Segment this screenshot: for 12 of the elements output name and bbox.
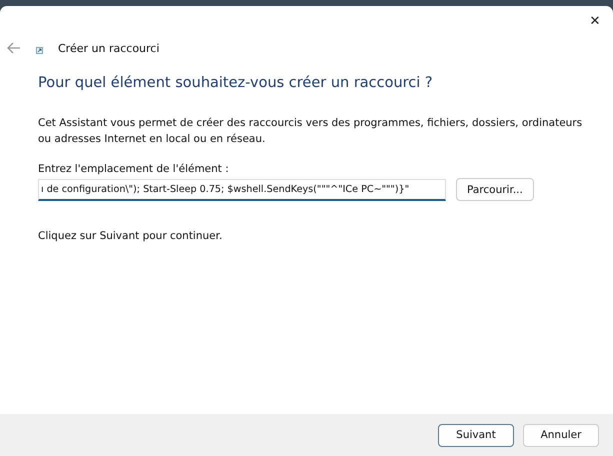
wizard-heading: Pour quel élément souhaitez-vous créer un raccourci ? [38,75,434,91]
browse-button[interactable]: Parcourir... [456,178,534,201]
field-label: Entrez l'emplacement de l'élément : [38,163,230,175]
shortcut-icon [36,46,43,54]
description-text: Cet Assistant vous permet de créer des raccourcis vers des programmes, fichiers, dossiers, ordinateurs ou adresses Internet en local ou en réseau. [38,116,583,147]
close-button[interactable]: ✕ [577,8,613,32]
next-button[interactable]: Suivant [438,424,514,446]
hint-text: Cliquez sur Suivant pour continuer. [38,230,224,242]
window-title: Créer un raccourci [58,42,160,54]
cancel-button[interactable]: Annuler [523,424,599,446]
back-arrow-icon[interactable] [7,42,21,54]
location-field[interactable]: ı de configuration\"); Start-Sleep 0.75; $wshell.SendKeys("""^"ICe PC~""")}" [38,178,446,200]
